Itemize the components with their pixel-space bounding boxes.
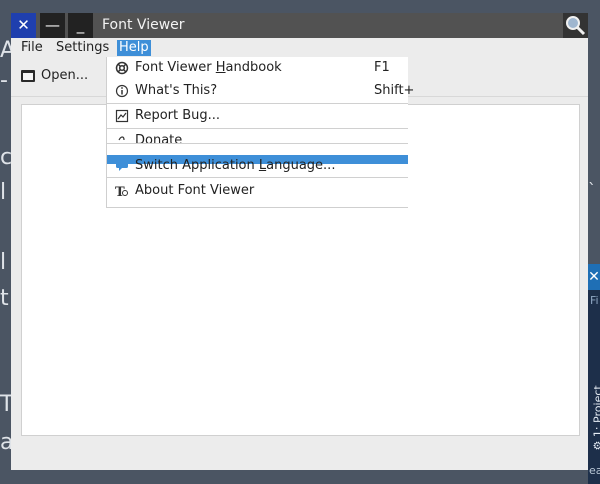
open-button[interactable]: Open... (21, 68, 88, 83)
menu-settings[interactable]: Settings (54, 40, 111, 56)
bug-report-icon (115, 109, 129, 123)
help-menu-dropdown: Font Viewer Handbook F1 What's This? Shi… (106, 57, 414, 208)
menu-file[interactable]: File (19, 40, 45, 56)
maximize-button[interactable]: — (40, 13, 65, 38)
minimize-button[interactable]: _ (68, 13, 93, 38)
window-title: Font Viewer (102, 17, 185, 33)
menu-item-report-bug[interactable]: Report Bug... (107, 106, 408, 126)
donate-icon (118, 136, 125, 141)
desktop-text-fragment: l (0, 180, 7, 205)
menu-item-label: Report Bug... (135, 108, 221, 123)
menu-item-label: About Font Viewer (135, 183, 255, 198)
menu-item-shortcut: F1 (374, 60, 390, 75)
menu-item-label: Switch Application Language... (135, 158, 336, 173)
menu-item-label: Donate (135, 133, 183, 143)
close-icon[interactable]: ✕ (588, 264, 600, 290)
menu-separator (107, 103, 408, 104)
menu-item-shortcut: Shift+ (374, 83, 415, 98)
background-window[interactable]: ✕ Fi ⚙ 1: Project earn (588, 264, 600, 484)
desktop-text-fragment: - (0, 68, 8, 93)
info-icon (115, 84, 129, 98)
menu-separator (107, 177, 408, 178)
close-button[interactable]: ✕ (11, 13, 36, 38)
menu-item-switch-language[interactable]: Switch Application Language... (107, 156, 408, 176)
menu-item-whats-this[interactable]: What's This? Shift+ (107, 81, 414, 101)
menu-item-label: Font Viewer Handbook (135, 60, 282, 75)
font-viewer-app-icon: T (115, 185, 128, 198)
menu-item-donate[interactable]: Donate (107, 131, 408, 143)
menu-item-about[interactable]: T About Font Viewer (107, 181, 408, 201)
menu-item-handbook[interactable]: Font Viewer Handbook F1 (107, 58, 408, 78)
open-button-label: Open... (41, 68, 89, 83)
desktop-text-fragment: ` (588, 180, 596, 199)
desktop-text-fragment: t (0, 286, 9, 311)
desktop-text-fragment: l (0, 250, 7, 275)
project-tool-tab[interactable]: ⚙ 1: Project (592, 351, 600, 450)
language-icon (116, 160, 128, 171)
lifebuoy-icon (115, 61, 129, 75)
menu-item-label: What's This? (135, 83, 218, 98)
window-titlebar[interactable]: ✕ — _ Font Viewer (11, 13, 588, 38)
menu-help[interactable]: Help (117, 40, 151, 56)
font-viewer-app-icon (563, 13, 588, 38)
side-file-label: Fi (590, 294, 599, 307)
side-learn-label: earn (589, 464, 600, 477)
menubar: File Settings Help (11, 38, 588, 58)
menu-separator (107, 128, 408, 129)
menu-separator (107, 143, 408, 144)
folder-open-icon (21, 69, 35, 82)
